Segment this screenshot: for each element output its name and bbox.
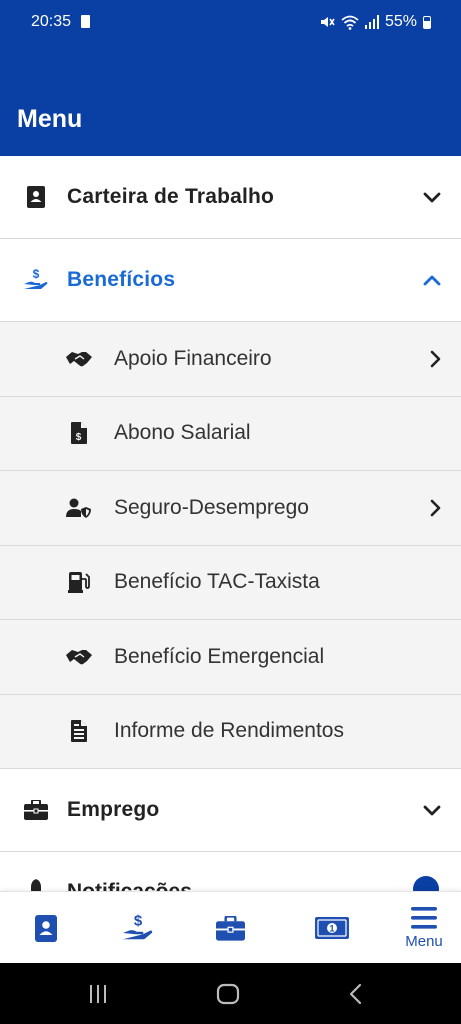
menu-section-notificacoes[interactable]: Notificações bbox=[0, 852, 461, 891]
submenu-item-label: Informe de Rendimentos bbox=[114, 719, 344, 743]
status-bar: 20:35 55% bbox=[0, 0, 461, 44]
menu-section-label: Carteira de Trabalho bbox=[67, 185, 275, 208]
chevron-up-icon bbox=[423, 275, 441, 286]
status-time: 20:35 bbox=[31, 13, 72, 30]
menu-list: Carteira de Trabalho $ Benefícios Apoio … bbox=[0, 156, 461, 891]
battery-icon bbox=[423, 15, 431, 29]
hand-dollar-icon: $ bbox=[23, 267, 49, 293]
submenu-item-seguro-desemprego[interactable]: Seguro-Desemprego bbox=[0, 471, 461, 546]
chevron-right-icon bbox=[430, 350, 441, 368]
chevron-down-icon bbox=[423, 805, 441, 816]
gas-pump-icon bbox=[66, 569, 92, 595]
notification-badge bbox=[413, 876, 439, 891]
page-title: Menu bbox=[17, 105, 83, 133]
hand-dollar-icon: $ bbox=[123, 913, 153, 940]
svg-text:$: $ bbox=[76, 432, 82, 443]
money-bill-icon: 1 bbox=[315, 917, 349, 939]
briefcase-icon bbox=[23, 797, 49, 823]
nav-menu[interactable]: Menu bbox=[398, 892, 450, 964]
menu-section-label: Benefícios bbox=[67, 268, 176, 291]
handshake-icon bbox=[66, 346, 92, 372]
mute-icon bbox=[320, 17, 335, 27]
id-card-icon bbox=[35, 914, 57, 942]
handshake-icon bbox=[66, 644, 92, 670]
battery-percentage: 55% bbox=[384, 13, 417, 30]
recent-apps-icon[interactable] bbox=[88, 984, 108, 1004]
submenu-item-apoio-financeiro[interactable]: Apoio Financeiro bbox=[0, 322, 461, 397]
system-navigation-bar bbox=[0, 963, 461, 1024]
submenu-item-label: Apoio Financeiro bbox=[114, 346, 272, 370]
chevron-down-icon bbox=[423, 192, 441, 203]
submenu-item-label: Seguro-Desemprego bbox=[114, 495, 309, 519]
chevron-right-icon bbox=[430, 499, 441, 517]
app-bar: Menu bbox=[0, 44, 461, 156]
nav-carteira[interactable] bbox=[24, 892, 68, 964]
hamburger-menu-icon bbox=[411, 906, 437, 929]
menu-section-carteira-de-trabalho[interactable]: Carteira de Trabalho bbox=[0, 156, 461, 239]
briefcase-icon bbox=[215, 915, 245, 941]
menu-section-beneficios[interactable]: $ Benefícios bbox=[0, 239, 461, 322]
submenu-item-beneficio-tac-taxista[interactable]: Benefício TAC-Taxista bbox=[0, 545, 461, 620]
home-icon[interactable] bbox=[216, 983, 240, 1005]
receipt-icon bbox=[66, 718, 92, 744]
wifi-icon bbox=[341, 15, 359, 30]
dollar-document-icon: $ bbox=[66, 420, 92, 446]
nav-beneficios[interactable]: $ bbox=[116, 892, 160, 964]
status-icons: 55% bbox=[319, 13, 431, 31]
submenu-item-label: Benefício Emergencial bbox=[114, 644, 325, 668]
menu-section-label: Notificações bbox=[67, 880, 192, 891]
menu-section-emprego[interactable]: Emprego bbox=[0, 769, 461, 852]
svg-text:1: 1 bbox=[329, 924, 334, 934]
svg-text:$: $ bbox=[134, 913, 143, 930]
signal-icon bbox=[364, 15, 379, 29]
user-shield-icon bbox=[66, 495, 92, 521]
svg-text:$: $ bbox=[33, 268, 40, 281]
submenu-item-label: Abono Salarial bbox=[114, 421, 251, 445]
submenu-item-abono-salarial[interactable]: $ Abono Salarial bbox=[0, 396, 461, 471]
id-card-icon bbox=[23, 184, 49, 210]
bottom-navigation: $ 1 Menu bbox=[0, 891, 461, 963]
bell-icon bbox=[31, 879, 41, 891]
menu-section-label: Emprego bbox=[67, 798, 160, 821]
submenu-item-informe-de-rendimentos[interactable]: Informe de Rendimentos bbox=[0, 694, 461, 769]
nav-pagamentos[interactable]: 1 bbox=[310, 892, 354, 964]
back-icon[interactable] bbox=[348, 983, 364, 1005]
submenu-item-label: Benefício TAC-Taxista bbox=[114, 570, 320, 594]
nav-emprego[interactable] bbox=[208, 892, 252, 964]
submenu-item-beneficio-emergencial[interactable]: Benefício Emergencial bbox=[0, 620, 461, 695]
sim-icon bbox=[81, 15, 90, 28]
nav-menu-label: Menu bbox=[405, 932, 443, 950]
